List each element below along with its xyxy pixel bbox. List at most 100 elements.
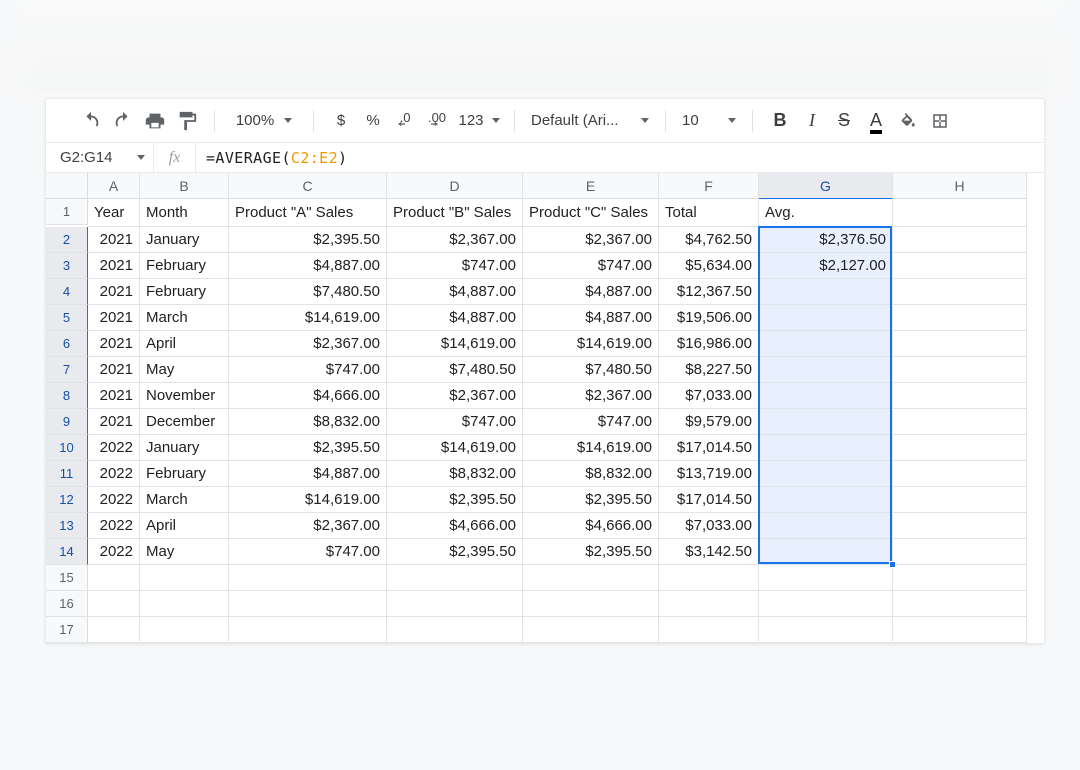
- row-header[interactable]: 7: [46, 357, 88, 383]
- cell[interactable]: [893, 513, 1027, 539]
- cell[interactable]: $7,480.50: [387, 357, 523, 383]
- cell[interactable]: $2,367.00: [523, 227, 659, 253]
- more-formats-dropdown[interactable]: 123: [454, 106, 502, 136]
- undo-button[interactable]: [76, 106, 106, 136]
- row-header[interactable]: 9: [46, 409, 88, 435]
- strikethrough-button[interactable]: S: [829, 106, 859, 136]
- cell[interactable]: [759, 409, 893, 435]
- cell[interactable]: [387, 591, 523, 617]
- column-header[interactable]: G: [759, 173, 893, 199]
- cell[interactable]: [88, 565, 140, 591]
- cell[interactable]: $747.00: [523, 253, 659, 279]
- cell[interactable]: $2,395.50: [523, 487, 659, 513]
- cell[interactable]: February: [140, 253, 229, 279]
- row-header[interactable]: 8: [46, 383, 88, 409]
- cell[interactable]: $14,619.00: [387, 331, 523, 357]
- cell[interactable]: [893, 331, 1027, 357]
- cell[interactable]: [759, 279, 893, 305]
- cell[interactable]: [893, 199, 1027, 227]
- cell[interactable]: $2,395.50: [387, 539, 523, 565]
- cell[interactable]: $2,367.00: [523, 383, 659, 409]
- cell[interactable]: $2,395.50: [387, 487, 523, 513]
- cell[interactable]: $9,579.00: [659, 409, 759, 435]
- cell[interactable]: [88, 591, 140, 617]
- cell[interactable]: $7,033.00: [659, 383, 759, 409]
- cell[interactable]: March: [140, 487, 229, 513]
- cell[interactable]: [893, 565, 1027, 591]
- cell[interactable]: 2021: [88, 383, 140, 409]
- cell[interactable]: 2021: [88, 227, 140, 253]
- row-header[interactable]: 14: [46, 539, 88, 565]
- cell[interactable]: [659, 565, 759, 591]
- column-header[interactable]: H: [893, 173, 1027, 199]
- cell[interactable]: 2022: [88, 513, 140, 539]
- cell[interactable]: [140, 617, 229, 643]
- bold-button[interactable]: B: [765, 106, 795, 136]
- cell[interactable]: 2022: [88, 539, 140, 565]
- cell[interactable]: 2022: [88, 461, 140, 487]
- row-header[interactable]: 15: [46, 565, 88, 591]
- cell[interactable]: [759, 513, 893, 539]
- cell[interactable]: [229, 565, 387, 591]
- cell[interactable]: $2,367.00: [229, 513, 387, 539]
- cell[interactable]: [140, 591, 229, 617]
- row-header[interactable]: 17: [46, 617, 88, 643]
- cell[interactable]: [893, 227, 1027, 253]
- cell[interactable]: Month: [140, 199, 229, 227]
- cell[interactable]: $16,986.00: [659, 331, 759, 357]
- cell[interactable]: $4,666.00: [387, 513, 523, 539]
- cell[interactable]: $747.00: [229, 357, 387, 383]
- formula-input[interactable]: =AVERAGE(C2:E2): [196, 143, 1044, 172]
- cell[interactable]: $7,480.50: [229, 279, 387, 305]
- cell[interactable]: $2,367.00: [229, 331, 387, 357]
- cell[interactable]: [140, 565, 229, 591]
- cell[interactable]: February: [140, 461, 229, 487]
- column-header[interactable]: B: [140, 173, 229, 199]
- cell[interactable]: $17,014.50: [659, 435, 759, 461]
- increase-decimal-button[interactable]: .00: [422, 106, 452, 136]
- cell[interactable]: $747.00: [229, 539, 387, 565]
- cell[interactable]: [759, 591, 893, 617]
- cell[interactable]: $17,014.50: [659, 487, 759, 513]
- cell[interactable]: $4,887.00: [229, 253, 387, 279]
- cell[interactable]: 2021: [88, 357, 140, 383]
- row-header[interactable]: 1: [46, 199, 88, 225]
- cell[interactable]: $14,619.00: [387, 435, 523, 461]
- cell[interactable]: [893, 409, 1027, 435]
- cell[interactable]: $4,887.00: [229, 461, 387, 487]
- cell[interactable]: $4,666.00: [229, 383, 387, 409]
- row-header[interactable]: 6: [46, 331, 88, 357]
- format-percent-button[interactable]: %: [358, 106, 388, 136]
- cell[interactable]: $4,887.00: [387, 279, 523, 305]
- cell[interactable]: [387, 617, 523, 643]
- text-color-button[interactable]: A: [861, 106, 891, 136]
- row-header[interactable]: 3: [46, 253, 88, 279]
- italic-button[interactable]: I: [797, 106, 827, 136]
- row-header[interactable]: 4: [46, 279, 88, 305]
- row-header[interactable]: 13: [46, 513, 88, 539]
- column-header[interactable]: D: [387, 173, 523, 199]
- cell[interactable]: Avg.: [759, 199, 893, 227]
- row-header[interactable]: 11: [46, 461, 88, 487]
- cell[interactable]: November: [140, 383, 229, 409]
- decrease-decimal-button[interactable]: .0: [390, 106, 420, 136]
- cell[interactable]: $4,887.00: [387, 305, 523, 331]
- column-header[interactable]: C: [229, 173, 387, 199]
- cell[interactable]: $8,832.00: [523, 461, 659, 487]
- cell[interactable]: $2,127.00: [759, 253, 893, 279]
- cell[interactable]: [893, 357, 1027, 383]
- cell[interactable]: $8,227.50: [659, 357, 759, 383]
- cell[interactable]: Product "B" Sales: [387, 199, 523, 227]
- cell[interactable]: $12,367.50: [659, 279, 759, 305]
- cell[interactable]: [759, 435, 893, 461]
- cell[interactable]: [759, 461, 893, 487]
- cell[interactable]: $3,142.50: [659, 539, 759, 565]
- cell[interactable]: March: [140, 305, 229, 331]
- cell[interactable]: $2,395.50: [523, 539, 659, 565]
- cell[interactable]: [759, 383, 893, 409]
- cell[interactable]: Year: [88, 199, 140, 227]
- cell[interactable]: [893, 253, 1027, 279]
- cell[interactable]: $14,619.00: [523, 435, 659, 461]
- cell[interactable]: April: [140, 513, 229, 539]
- font-dropdown[interactable]: Default (Ari...: [527, 106, 653, 136]
